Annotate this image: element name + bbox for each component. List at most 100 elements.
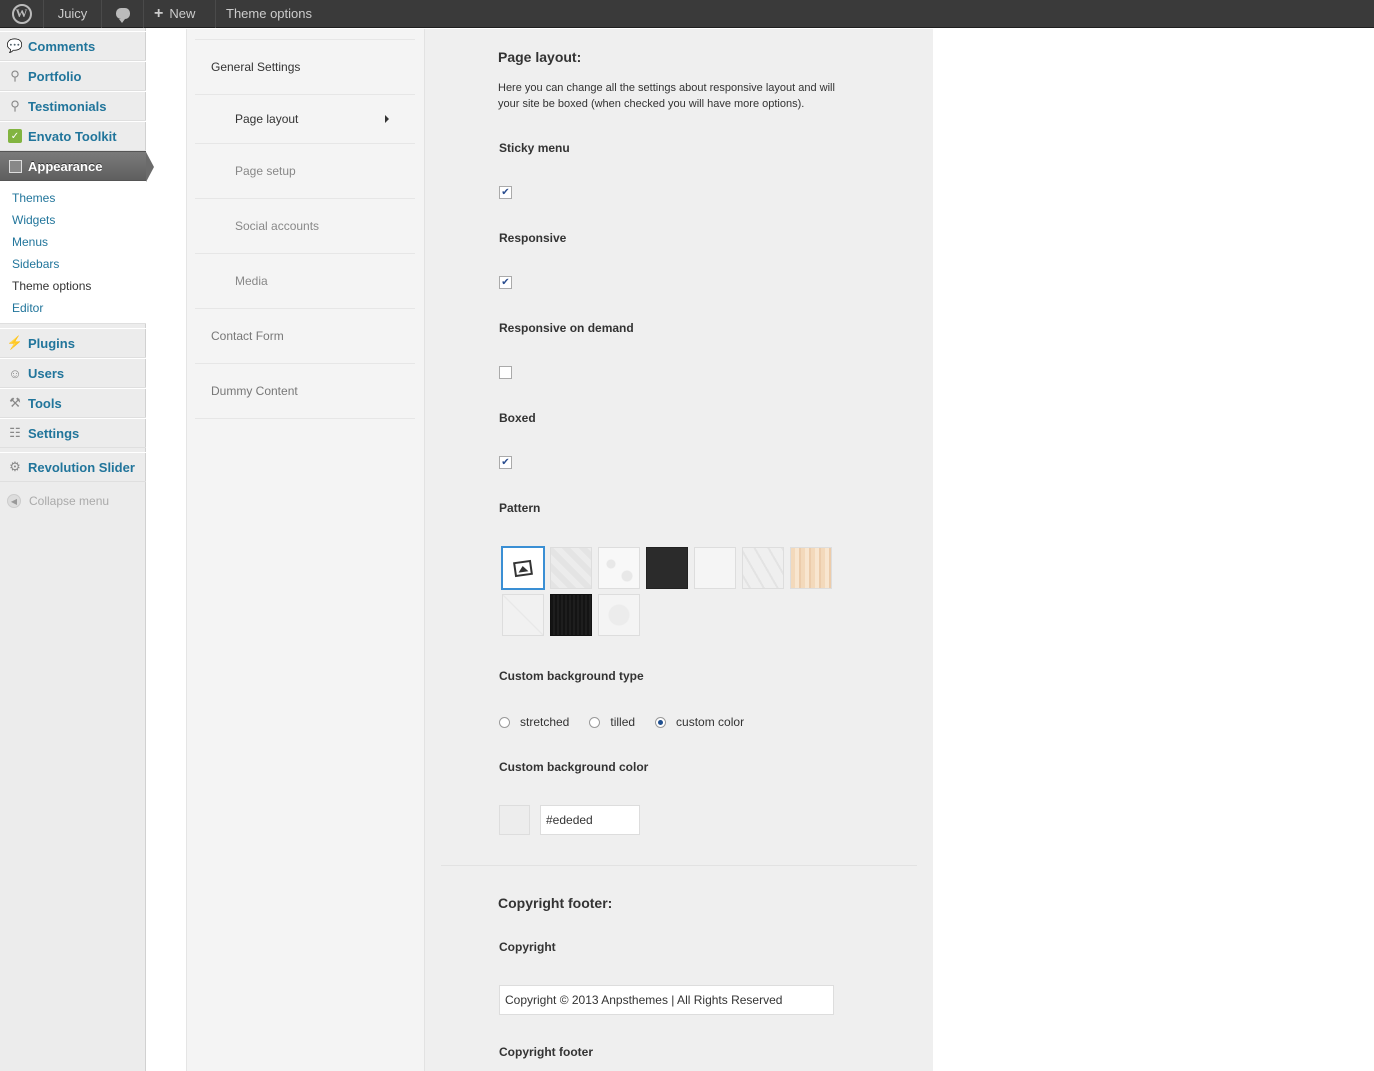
responsive-label: Responsive — [499, 231, 567, 245]
pattern-tile[interactable] — [502, 594, 544, 636]
copyright-footer-label: Copyright footer — [499, 1045, 593, 1059]
menu-testimonials[interactable]: ⚲ Testimonials — [0, 91, 146, 121]
pattern-tile[interactable] — [550, 594, 592, 636]
submenu-menus[interactable]: Menus — [0, 231, 146, 253]
pattern-tile[interactable] — [694, 547, 736, 589]
radio-stretched[interactable]: stretched — [499, 715, 569, 729]
menu-label: Settings — [28, 425, 80, 441]
menu-users[interactable]: ☺ Users — [0, 358, 146, 388]
nav-social-accounts[interactable]: Social accounts — [195, 199, 415, 254]
page-layout-description: Here you can change all the settings abo… — [498, 82, 835, 110]
pattern-tile[interactable] — [550, 547, 592, 589]
radio-tilled[interactable]: tilled — [589, 715, 635, 729]
gear-icon: ⚙ — [9, 459, 21, 474]
menu-tools[interactable]: ⚒ Tools — [0, 388, 146, 418]
submenu-sidebars[interactable]: Sidebars — [0, 253, 146, 275]
radio-custom-color[interactable]: custom color — [655, 715, 744, 729]
wordpress-logo-icon: W — [11, 3, 32, 24]
appearance-icon — [7, 158, 23, 174]
custom-bg-type-radios: stretched tilled custom color — [499, 715, 764, 729]
radio-button[interactable] — [655, 716, 667, 728]
menu-portfolio[interactable]: ⚲ Portfolio — [0, 61, 146, 91]
site-name-link[interactable]: Juicy — [44, 0, 102, 28]
radio-label: tilled — [610, 715, 636, 729]
new-content-menu[interactable]: + New — [144, 0, 216, 28]
pin-icon: ⚲ — [10, 98, 20, 113]
menu-revolution-slider[interactable]: ⚙ Revolution Slider — [0, 452, 146, 482]
boxed-label: Boxed — [499, 411, 536, 425]
radio-button[interactable] — [499, 716, 510, 728]
menu-label: Appearance — [28, 158, 103, 174]
menu-appearance[interactable]: Appearance — [0, 151, 154, 182]
radio-button[interactable] — [589, 716, 601, 728]
new-label: New — [169, 6, 196, 21]
nav-dummy-content[interactable]: Dummy Content — [195, 364, 415, 419]
pattern-custom-image[interactable] — [501, 546, 545, 590]
boxed-checkbox[interactable]: ✔ — [499, 456, 512, 469]
users-icon: ☺ — [8, 365, 22, 381]
copyright-footer-title: Copyright footer: — [498, 895, 613, 911]
menu-label: Plugins — [28, 335, 75, 351]
admin-menu: 💬 Comments ⚲ Portfolio ⚲ Testimonials ✓ … — [0, 31, 154, 516]
collapse-label: Collapse menu — [29, 494, 110, 508]
responsive-checkbox[interactable]: ✔ — [499, 276, 512, 289]
submenu-editor[interactable]: Editor — [0, 297, 146, 319]
options-nav: General Settings Page layout Page setup … — [187, 29, 425, 1071]
envato-icon: ✓ — [7, 128, 23, 144]
theme-options-link[interactable]: Theme options — [216, 0, 322, 28]
plus-icon: + — [154, 4, 164, 22]
menu-label: Comments — [28, 38, 96, 54]
menu-label: Users — [28, 365, 65, 381]
radio-label: stretched — [520, 715, 570, 729]
menu-label: Portfolio — [28, 68, 82, 84]
custom-bg-color-label: Custom background color — [499, 760, 649, 774]
plugin-icon: ⚡ — [6, 335, 24, 350]
pattern-tile[interactable] — [646, 547, 688, 589]
sticky-menu-checkbox[interactable]: ✔ — [499, 186, 512, 199]
image-icon — [513, 559, 533, 577]
copyright-input[interactable]: Copyright © 2013 Anpsthemes | All Rights… — [499, 985, 834, 1015]
menu-label: Envato Toolkit — [28, 128, 117, 144]
menu-label: Testimonials — [28, 98, 107, 114]
admin-bar: W Juicy + New Theme options — [0, 0, 1374, 28]
nav-page-setup[interactable]: Page setup — [195, 144, 415, 199]
theme-options-panel: General Settings Page layout Page setup … — [186, 29, 933, 1071]
menu-settings[interactable]: ☷ Settings — [0, 418, 146, 448]
nav-media[interactable]: Media — [195, 254, 415, 309]
comment-bubble-icon — [115, 8, 130, 23]
nav-contact-form[interactable]: Contact Form — [195, 309, 415, 364]
radio-label: custom color — [676, 715, 745, 729]
wordpress-logo-menu[interactable]: W — [0, 0, 44, 28]
page-layout-title: Page layout: — [498, 49, 582, 65]
comments-link[interactable] — [102, 0, 144, 28]
menu-envato-toolkit[interactable]: ✓ Envato Toolkit — [0, 121, 146, 151]
color-swatch[interactable] — [499, 805, 530, 835]
settings-icon: ☷ — [9, 425, 21, 440]
custom-bg-type-label: Custom background type — [499, 669, 644, 683]
comment-icon: 💬 — [6, 38, 24, 53]
bg-color-input[interactable]: #ededed — [540, 805, 640, 835]
menu-plugins[interactable]: ⚡ Plugins — [0, 328, 146, 358]
nav-label: Page layout — [235, 112, 299, 126]
arrow-right-icon — [385, 115, 389, 123]
submenu-theme-options[interactable]: Theme options — [0, 275, 146, 297]
pattern-tile[interactable] — [598, 594, 640, 636]
menu-comments[interactable]: 💬 Comments — [0, 31, 146, 61]
pin-icon: ⚲ — [10, 68, 20, 83]
pattern-tile[interactable] — [790, 547, 832, 589]
collapse-menu-button[interactable]: ◀ Collapse menu — [0, 486, 146, 516]
sticky-menu-label: Sticky menu — [499, 141, 570, 155]
submenu-widgets[interactable]: Widgets — [0, 209, 146, 231]
submenu-themes[interactable]: Themes — [0, 187, 146, 209]
nav-general-settings[interactable]: General Settings — [195, 40, 415, 95]
copyright-label: Copyright — [499, 940, 556, 954]
options-content: Page layout: Here you can change all the… — [425, 29, 933, 1071]
nav-page-layout[interactable]: Page layout — [195, 95, 415, 144]
menu-label: Revolution Slider — [28, 459, 135, 475]
pattern-tile[interactable] — [742, 547, 784, 589]
responsive-on-demand-checkbox[interactable] — [499, 366, 512, 379]
collapse-arrow-icon: ◀ — [7, 494, 21, 508]
responsive-on-demand-label: Responsive on demand — [499, 321, 634, 335]
pattern-label: Pattern — [499, 501, 541, 515]
pattern-tile[interactable] — [598, 547, 640, 589]
